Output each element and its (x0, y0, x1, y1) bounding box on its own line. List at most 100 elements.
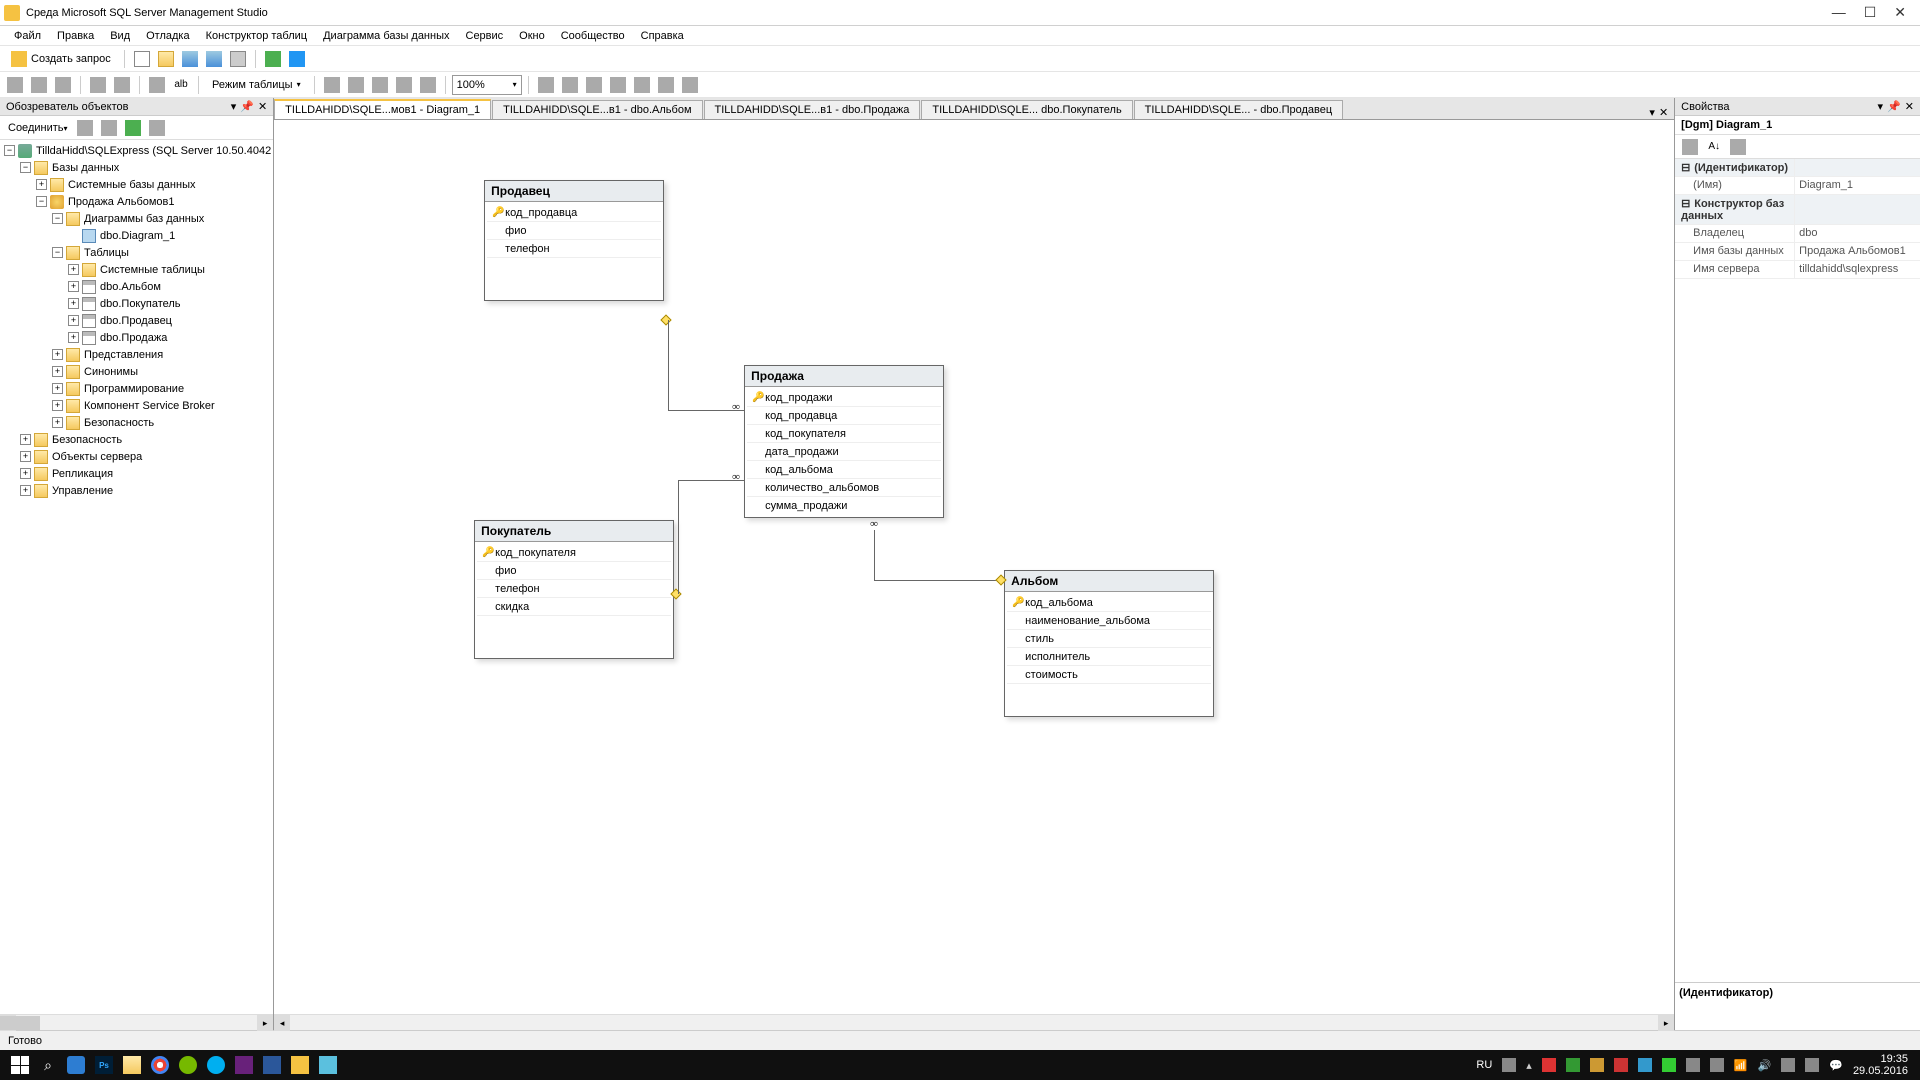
tb2-btn-8[interactable] (321, 74, 343, 96)
tray-icon[interactable] (1662, 1058, 1676, 1072)
tree-table-album[interactable]: +dbo.Альбом (0, 278, 273, 295)
tb2-btn-10[interactable] (369, 74, 391, 96)
tb2-btn-9[interactable] (345, 74, 367, 96)
close-button[interactable]: ✕ (1894, 4, 1906, 21)
pin-icon[interactable]: 📌 (240, 100, 254, 113)
activity-monitor-button[interactable] (262, 48, 284, 70)
taskbar-skype[interactable] (202, 1051, 230, 1079)
prop-category[interactable]: ⊟ Конструктор баз данных (1675, 195, 1920, 225)
tray-icon[interactable] (1781, 1058, 1795, 1072)
obex-btn-2[interactable] (98, 117, 120, 139)
prop-row[interactable]: Имя базы данныхПродажа Альбомов1 (1675, 243, 1920, 261)
tabs-close-icon[interactable]: ✕ (1659, 106, 1668, 119)
tree-broker[interactable]: +Компонент Service Broker (0, 397, 273, 414)
taskbar-app[interactable] (314, 1051, 342, 1079)
tree-server[interactable]: − TilldaHidd\SQLExpress (SQL Server 10.5… (0, 142, 273, 159)
save-all-button[interactable] (203, 48, 225, 70)
taskbar-word[interactable] (258, 1051, 286, 1079)
clock[interactable]: 19:35 29.05.2016 (1853, 1053, 1908, 1077)
tb2-btn-18[interactable] (655, 74, 677, 96)
menu-community[interactable]: Сообщество (553, 28, 633, 44)
taskbar-edge[interactable] (62, 1051, 90, 1079)
tb2-btn-12[interactable] (417, 74, 439, 96)
menu-db-diagram[interactable]: Диаграмма базы данных (315, 28, 457, 44)
menu-window[interactable]: Окно (511, 28, 553, 44)
prop-row[interactable]: (Имя)Diagram_1 (1675, 177, 1920, 195)
notifications-icon[interactable]: 💬 (1829, 1059, 1843, 1072)
tb2-btn-2[interactable] (28, 74, 50, 96)
tb2-btn-16[interactable] (607, 74, 629, 96)
obex-btn-4[interactable] (146, 117, 168, 139)
print-button[interactable] (227, 48, 249, 70)
tab-album[interactable]: TILLDAHIDD\SQLE...в1 - dbo.Альбом (492, 100, 702, 119)
tab-seller[interactable]: TILLDAHIDD\SQLE... - dbo.Продавец (1134, 100, 1344, 119)
obex-hscroll[interactable]: ◂▸ (0, 1014, 273, 1030)
taskbar-vs[interactable] (230, 1051, 258, 1079)
tab-sale[interactable]: TILLDAHIDD\SQLE...в1 - dbo.Продажа (704, 100, 921, 119)
menu-edit[interactable]: Правка (49, 28, 102, 44)
open-file-button[interactable] (155, 48, 177, 70)
taskbar-explorer[interactable] (118, 1051, 146, 1079)
taskbar-utorrent[interactable] (174, 1051, 202, 1079)
tray-icon[interactable] (1502, 1058, 1516, 1072)
save-button[interactable] (179, 48, 201, 70)
tree-server-objects[interactable]: +Объекты сервера (0, 448, 273, 465)
dropdown-icon[interactable]: ▾ (1878, 100, 1884, 113)
volume-icon[interactable]: 🔊 (1758, 1059, 1772, 1072)
obex-btn-3[interactable] (122, 117, 144, 139)
tb2-btn-17[interactable] (631, 74, 653, 96)
maximize-button[interactable]: ☐ (1864, 4, 1877, 21)
tb2-btn-3[interactable] (52, 74, 74, 96)
events-button[interactable] (1727, 136, 1749, 158)
tab-diagram1[interactable]: TILLDAHIDD\SQLE...мов1 - Diagram_1 (274, 99, 491, 119)
diagram-table-sale[interactable]: Продажа 🔑код_продажи код_продавца код_по… (744, 365, 944, 518)
tree-programming[interactable]: +Программирование (0, 380, 273, 397)
connect-dropdown[interactable]: Соединить▾ (4, 120, 72, 136)
lang-indicator[interactable]: RU (1476, 1059, 1492, 1071)
categorize-button[interactable] (1679, 136, 1701, 158)
network-icon[interactable]: 📶 (1734, 1059, 1748, 1072)
diagram-table-seller[interactable]: Продавец 🔑код_продавца фио телефон (484, 180, 664, 301)
tree-table-seller[interactable]: +dbo.Продавец (0, 312, 273, 329)
menu-help[interactable]: Справка (633, 28, 692, 44)
prop-row[interactable]: Имя сервераtilldahidd\sqlexpress (1675, 261, 1920, 279)
tray-icon[interactable] (1590, 1058, 1604, 1072)
tb2-btn-15[interactable] (583, 74, 605, 96)
tree-db-security[interactable]: +Безопасность (0, 414, 273, 431)
new-query-button[interactable]: Создать запрос (4, 48, 118, 70)
tb2-btn-6[interactable] (146, 74, 168, 96)
menu-view[interactable]: Вид (102, 28, 138, 44)
taskbar-chrome[interactable] (146, 1051, 174, 1079)
tree-diagrams-folder[interactable]: −Диаграммы баз данных (0, 210, 273, 227)
tree-databases[interactable]: − Базы данных (0, 159, 273, 176)
tree-tables-folder[interactable]: −Таблицы (0, 244, 273, 261)
tree-security[interactable]: +Безопасность (0, 431, 273, 448)
tb2-btn-13[interactable] (535, 74, 557, 96)
registered-servers-button[interactable] (286, 48, 308, 70)
tb2-btn-7[interactable]: alb (170, 74, 192, 96)
prop-row[interactable]: Владелецdbo (1675, 225, 1920, 243)
menu-debug[interactable]: Отладка (138, 28, 197, 44)
alphabetize-button[interactable]: A↓ (1703, 136, 1725, 158)
close-pane-icon[interactable]: ✕ (258, 100, 267, 113)
prop-category[interactable]: ⊟ (Идентификатор) (1675, 159, 1920, 177)
menu-table-designer[interactable]: Конструктор таблиц (198, 28, 315, 44)
tb2-btn-1[interactable] (4, 74, 26, 96)
menu-service[interactable]: Сервис (458, 28, 512, 44)
diagram-table-album[interactable]: Альбом 🔑код_альбома наименование_альбома… (1004, 570, 1214, 717)
tb2-btn-4[interactable] (87, 74, 109, 96)
tree-table-buyer[interactable]: +dbo.Покупатель (0, 295, 273, 312)
table-mode-dropdown[interactable]: Режим таблицы ▾ (205, 76, 308, 94)
tree-management[interactable]: +Управление (0, 482, 273, 499)
taskbar-ssms[interactable] (286, 1051, 314, 1079)
tree-systables[interactable]: +Системные таблицы (0, 261, 273, 278)
tab-buyer[interactable]: TILLDAHIDD\SQLE... dbo.Покупатель (921, 100, 1132, 119)
menu-file[interactable]: Файл (6, 28, 49, 44)
tb2-btn-5[interactable] (111, 74, 133, 96)
tray-icon[interactable] (1566, 1058, 1580, 1072)
tree-sysdb[interactable]: +Системные базы данных (0, 176, 273, 193)
tree-diagram-1[interactable]: dbo.Diagram_1 (0, 227, 273, 244)
minimize-button[interactable]: — (1832, 4, 1846, 21)
zoom-combo[interactable]: 100% ▾ (452, 75, 522, 95)
tree-table-sale[interactable]: +dbo.Продажа (0, 329, 273, 346)
